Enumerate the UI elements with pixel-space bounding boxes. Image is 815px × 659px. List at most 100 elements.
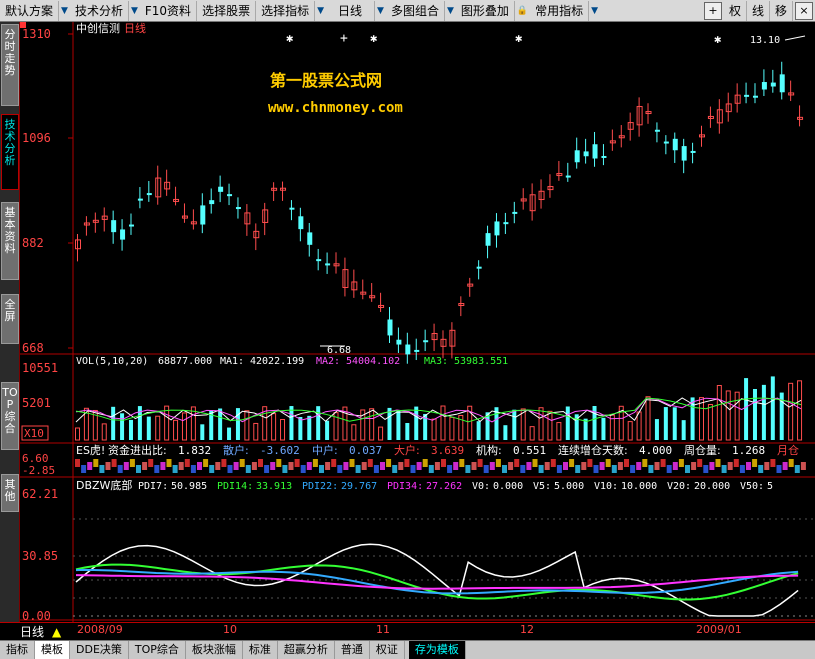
dbzw-value: 33.913 — [256, 481, 292, 492]
candle-body — [325, 263, 331, 266]
es-mark — [636, 462, 642, 470]
dbzw-line — [75, 543, 799, 617]
es-mark — [691, 462, 697, 470]
lock-icon[interactable]: 🔒 — [515, 1, 530, 21]
es-item: 资金进出比: — [108, 443, 167, 457]
es-mark — [569, 459, 575, 467]
volume-bar — [351, 424, 357, 441]
toolbar-item-default-scheme[interactable]: 默认方案 — [0, 0, 60, 21]
volume-bar — [120, 413, 125, 440]
toolbar-item-daily[interactable]: 日线 — [326, 0, 376, 21]
dbzw-axis-label: 0.00 — [22, 609, 51, 622]
dropdown-arrow-icon[interactable]: ▼ — [315, 1, 326, 21]
es-mark — [325, 462, 331, 470]
es-mark — [264, 465, 270, 473]
warning-icon: ▲ — [52, 624, 62, 639]
toolbar-item-multi-chart[interactable]: 多图组合 — [386, 0, 445, 21]
es-mark — [392, 465, 398, 473]
es-axis-label: -2.85 — [22, 464, 55, 477]
candle-body — [289, 207, 295, 210]
stock-name: 中创信测 — [76, 22, 120, 35]
tab-top[interactable]: TOP综合 — [1, 382, 19, 450]
es-mark — [355, 465, 361, 473]
chart-area[interactable]: 中创信测 日线 1310 1096 882 668 第一股票公式网 www.ch… — [20, 21, 815, 623]
es-mark — [178, 462, 184, 470]
volume-bar — [681, 420, 686, 440]
date-label: 11 — [376, 622, 390, 636]
rights-button[interactable]: 权 — [724, 0, 747, 21]
dropdown-arrow-icon[interactable]: ▼ — [59, 1, 70, 21]
close-icon[interactable]: × — [795, 1, 813, 20]
es-mark — [105, 462, 111, 470]
bottom-tab-5[interactable]: 标准 — [243, 641, 278, 659]
es-mark — [422, 459, 428, 467]
chart-svg[interactable]: 中创信测 日线 1310 1096 882 668 第一股票公式网 www.ch… — [20, 21, 815, 623]
dropdown-arrow-icon[interactable]: ▼ — [375, 1, 386, 21]
es-item: 连续增仓天数: — [558, 443, 628, 457]
vol-ma1-label: MA1: — [220, 356, 244, 367]
es-mark — [142, 462, 148, 470]
es-mark — [386, 459, 392, 467]
candle-body — [128, 224, 134, 227]
es-mark — [331, 459, 337, 467]
toolbar-item-f10[interactable]: F10资料 — [140, 0, 198, 21]
volume-bar — [253, 422, 259, 441]
bottom-tab-0[interactable]: 指标 — [0, 641, 35, 659]
dbzw-item: PDI22: — [302, 481, 338, 492]
dbzw-item: V20: — [667, 481, 691, 492]
candle-body — [316, 259, 322, 262]
add-icon[interactable]: + — [703, 1, 722, 20]
date-labels: 2008/09 10 11 12 2009/01 — [73, 623, 795, 641]
bottom-tab-2[interactable]: DDE决策 — [70, 641, 129, 659]
bottom-tab-3[interactable]: TOP综合 — [129, 641, 186, 659]
axis-period: 日线 — [0, 623, 44, 640]
candle-body — [485, 233, 491, 246]
volume-bar — [111, 406, 116, 440]
line-button[interactable]: 线 — [747, 0, 770, 21]
dropdown-arrow-icon[interactable]: ▼ — [589, 1, 600, 21]
es-value: 1.268 — [732, 444, 765, 457]
toolbar-item-select-indicator[interactable]: 选择指标 — [256, 0, 316, 21]
tab-tech-analysis[interactable]: 技术分析 — [1, 114, 19, 190]
es-mark — [197, 462, 202, 470]
bottom-tab-6[interactable]: 超赢分析 — [278, 641, 335, 659]
candle-body — [405, 344, 411, 355]
bottom-tab-1[interactable]: 模板 — [35, 641, 70, 659]
toolbar-item-select-stock[interactable]: 选择股票 — [197, 0, 257, 21]
es-mark — [294, 459, 300, 467]
es-item: 散户: — [223, 443, 249, 457]
es-mark — [276, 459, 282, 467]
candle-body — [663, 141, 669, 144]
dbzw-value: 27.262 — [426, 481, 462, 492]
bottom-tab-4[interactable]: 板块涨幅 — [186, 641, 243, 659]
tab-other[interactable]: 其他 — [1, 474, 19, 512]
period-label: 日线 — [124, 22, 146, 35]
tab-intraday[interactable]: 分时走势 — [1, 24, 19, 106]
bottom-tab-8[interactable]: 权证 — [370, 641, 405, 659]
es-mark — [239, 459, 245, 467]
es-mark — [367, 459, 373, 467]
bottom-tab-9[interactable]: 存为模板 — [408, 641, 466, 659]
es-mark — [203, 459, 209, 467]
bottom-tab-7[interactable]: 普通 — [335, 641, 370, 659]
toolbar-item-overlay[interactable]: 图形叠加 — [456, 0, 515, 21]
tab-basic-info[interactable]: 基本资料 — [1, 202, 19, 280]
toolbar-item-tech-analysis[interactable]: 技术分析 — [70, 0, 129, 21]
volume-bar — [316, 406, 321, 440]
move-button[interactable]: 移 — [770, 0, 793, 21]
volume-bar — [449, 416, 455, 441]
volume-bar — [75, 427, 80, 441]
es-item: 中户: — [312, 443, 338, 457]
candle-body — [120, 229, 126, 240]
volume-bar — [699, 397, 704, 441]
toolbar-item-common-indicators[interactable]: 常用指标 — [530, 0, 590, 21]
candle-body — [396, 339, 402, 345]
volume-bar — [369, 408, 375, 441]
dropdown-arrow-icon[interactable]: ▼ — [445, 1, 456, 21]
tab-fullscreen[interactable]: 全屏 — [1, 294, 19, 344]
dropdown-arrow-icon[interactable]: ▼ — [129, 1, 140, 21]
dbzw-name: DBZW底部 — [76, 478, 132, 492]
es-mark — [319, 465, 324, 473]
es-mark — [514, 459, 520, 467]
date-label: 10 — [223, 622, 237, 636]
